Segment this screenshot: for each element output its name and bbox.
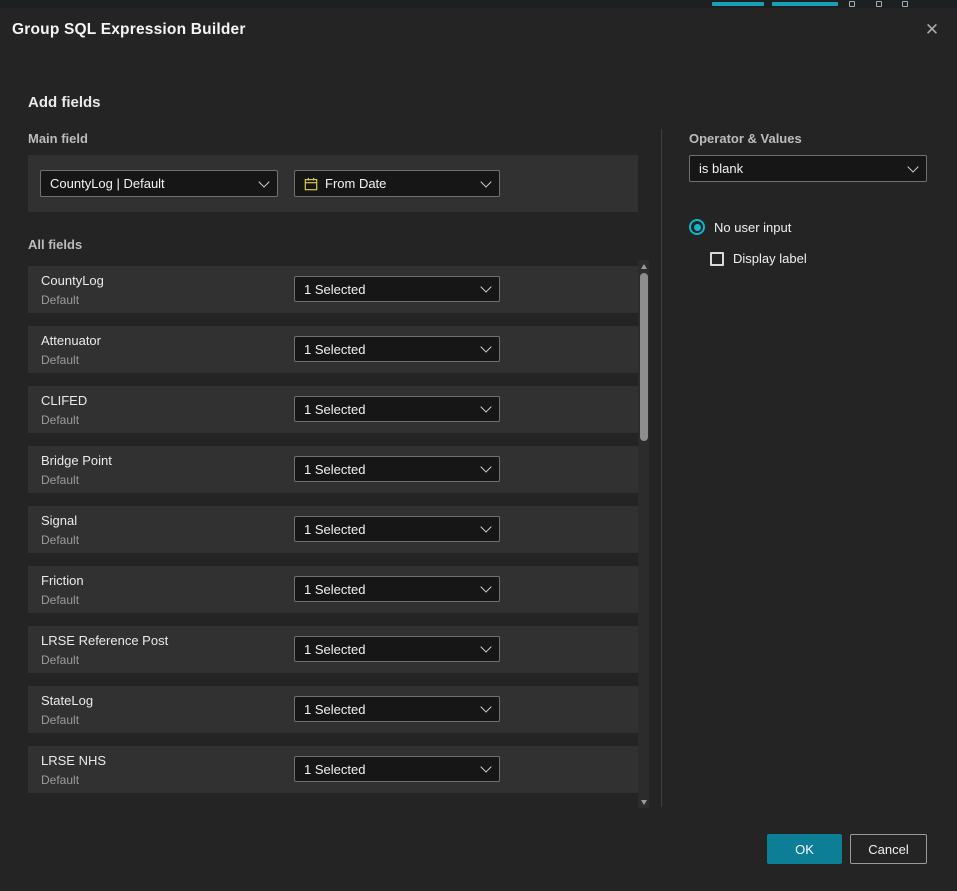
chevron-down-icon: [258, 176, 269, 187]
chevron-down-icon: [480, 341, 491, 352]
field-row: StateLog Default 1 Selected: [28, 686, 638, 733]
field-row: Bridge Point Default 1 Selected: [28, 446, 638, 493]
triangle-down-icon: [641, 800, 647, 805]
dialog-header: Group SQL Expression Builder ✕: [0, 8, 957, 52]
field-selected-value: 1 Selected: [304, 522, 365, 537]
column-divider: [661, 129, 662, 807]
field-name: Bridge Point: [41, 453, 112, 468]
field-subtitle: Default: [41, 653, 79, 667]
field-selected-dropdown[interactable]: 1 Selected: [294, 636, 500, 662]
fields-list: CountyLog Default 1 Selected Attenuator …: [28, 266, 638, 806]
field-selected-value: 1 Selected: [304, 702, 365, 717]
field-name: Attenuator: [41, 333, 101, 348]
scroll-down-arrow[interactable]: [638, 797, 649, 807]
field-row: Signal Default 1 Selected: [28, 506, 638, 553]
close-icon: ✕: [925, 20, 939, 40]
field-subtitle: Default: [41, 713, 79, 727]
background-toolbar-icon: [876, 1, 882, 7]
field-subtitle: Default: [41, 413, 79, 427]
chevron-down-icon: [480, 521, 491, 532]
field-selected-dropdown[interactable]: 1 Selected: [294, 576, 500, 602]
field-selected-value: 1 Selected: [304, 462, 365, 477]
field-name: StateLog: [41, 693, 93, 708]
chevron-down-icon: [480, 641, 491, 652]
dialog-title: Group SQL Expression Builder: [12, 21, 246, 39]
group-sql-expression-builder-dialog: Group SQL Expression Builder ✕ Add field…: [0, 8, 957, 891]
background-app-strip: [0, 0, 957, 8]
operator-dropdown-value: is blank: [699, 161, 743, 176]
main-layer-dropdown[interactable]: CountyLog | Default: [40, 170, 278, 197]
chevron-down-icon: [907, 161, 918, 172]
main-field-dropdown-value: From Date: [325, 176, 386, 191]
field-name: CountyLog: [41, 273, 104, 288]
radio-selected-icon: [689, 219, 705, 235]
field-selected-dropdown[interactable]: 1 Selected: [294, 276, 500, 302]
triangle-up-icon: [641, 264, 647, 269]
chevron-down-icon: [480, 581, 491, 592]
field-selected-dropdown[interactable]: 1 Selected: [294, 336, 500, 362]
field-name: CLIFED: [41, 393, 87, 408]
field-row: LRSE NHS Default 1 Selected: [28, 746, 638, 793]
ok-button[interactable]: OK: [767, 834, 842, 864]
add-fields-heading: Add fields: [28, 94, 101, 111]
field-subtitle: Default: [41, 773, 79, 787]
field-row: CLIFED Default 1 Selected: [28, 386, 638, 433]
field-row: CountyLog Default 1 Selected: [28, 266, 638, 313]
close-button[interactable]: ✕: [919, 17, 945, 43]
field-row: Attenuator Default 1 Selected: [28, 326, 638, 373]
field-name: Signal: [41, 513, 77, 528]
field-selected-value: 1 Selected: [304, 582, 365, 597]
scrollbar-thumb[interactable]: [640, 273, 648, 441]
chevron-down-icon: [480, 281, 491, 292]
background-toolbar-icon: [849, 1, 855, 7]
main-field-dropdown[interactable]: From Date: [294, 170, 500, 197]
field-subtitle: Default: [41, 533, 79, 547]
chevron-down-icon: [480, 761, 491, 772]
chevron-down-icon: [480, 701, 491, 712]
fields-scrollbar[interactable]: [638, 260, 649, 808]
calendar-icon: [304, 177, 318, 191]
no-user-input-label: No user input: [714, 220, 791, 235]
field-selected-value: 1 Selected: [304, 402, 365, 417]
field-name: Friction: [41, 573, 84, 588]
field-subtitle: Default: [41, 293, 79, 307]
background-link-fragment: [712, 2, 764, 6]
field-row: Friction Default 1 Selected: [28, 566, 638, 613]
checkbox-unchecked-icon: [710, 252, 724, 266]
field-selected-dropdown[interactable]: 1 Selected: [294, 696, 500, 722]
field-subtitle: Default: [41, 473, 79, 487]
main-field-label: Main field: [28, 131, 88, 146]
field-selected-value: 1 Selected: [304, 342, 365, 357]
field-selected-value: 1 Selected: [304, 642, 365, 657]
field-row: LRSE Reference Post Default 1 Selected: [28, 626, 638, 673]
field-selected-dropdown[interactable]: 1 Selected: [294, 516, 500, 542]
field-name: LRSE NHS: [41, 753, 106, 768]
display-label-label: Display label: [733, 251, 807, 266]
background-link-fragment: [772, 2, 838, 6]
no-user-input-radio[interactable]: No user input: [689, 219, 791, 235]
field-name: LRSE Reference Post: [41, 633, 168, 648]
field-subtitle: Default: [41, 593, 79, 607]
chevron-down-icon: [480, 461, 491, 472]
field-selected-dropdown[interactable]: 1 Selected: [294, 456, 500, 482]
display-label-checkbox[interactable]: Display label: [710, 251, 807, 266]
background-toolbar-icon: [902, 1, 908, 7]
all-fields-label: All fields: [28, 237, 82, 252]
main-field-panel: CountyLog | Default From Date: [28, 155, 638, 212]
operator-values-label: Operator & Values: [689, 131, 802, 146]
field-subtitle: Default: [41, 353, 79, 367]
chevron-down-icon: [480, 401, 491, 412]
field-selected-value: 1 Selected: [304, 282, 365, 297]
chevron-down-icon: [480, 176, 491, 187]
cancel-button[interactable]: Cancel: [850, 834, 927, 864]
field-selected-dropdown[interactable]: 1 Selected: [294, 396, 500, 422]
scroll-up-arrow[interactable]: [638, 261, 649, 271]
main-layer-dropdown-value: CountyLog | Default: [50, 176, 165, 191]
operator-dropdown[interactable]: is blank: [689, 155, 927, 182]
field-selected-dropdown[interactable]: 1 Selected: [294, 756, 500, 782]
field-selected-value: 1 Selected: [304, 762, 365, 777]
